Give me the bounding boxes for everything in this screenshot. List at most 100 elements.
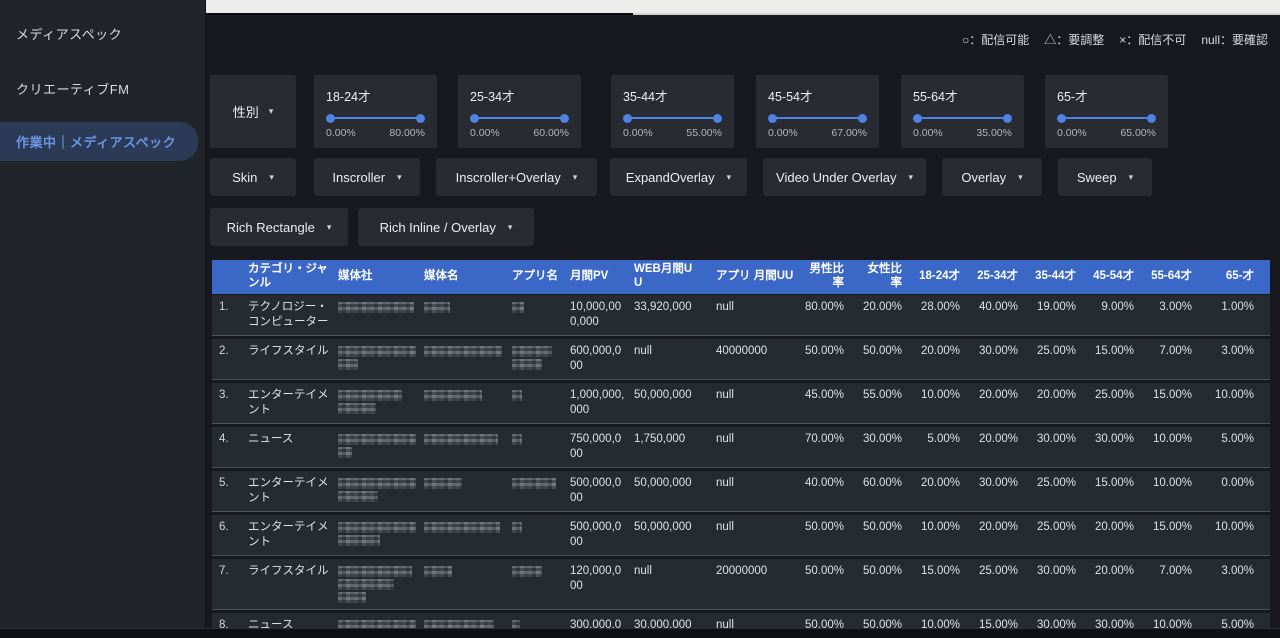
redacted-block bbox=[338, 592, 366, 603]
main-content: ○：配信可能 △：要調整 ×：配信不可 null：要確認 性別 ▾ 18-24才… bbox=[206, 0, 1280, 638]
sidebar-item-creative-fm[interactable]: クリエーティブFM bbox=[0, 67, 205, 110]
cell-age-18-24: 10.00% bbox=[918, 515, 976, 555]
chevron-down-icon: ▾ bbox=[908, 172, 913, 183]
header-web-monthly-uu[interactable]: WEB月間UU bbox=[634, 260, 716, 294]
slider-min-value: 0.00% bbox=[326, 127, 356, 139]
chevron-down-icon: ▾ bbox=[1018, 172, 1023, 183]
slider-handle-min[interactable] bbox=[1057, 114, 1066, 123]
header-male-ratio[interactable]: 男性比率 bbox=[802, 260, 860, 294]
table-row[interactable]: 2. ライフスタイル 600,000,000 null 40000000 50.… bbox=[212, 339, 1270, 380]
slider-handle-max[interactable] bbox=[416, 114, 425, 123]
slider-handle-min[interactable] bbox=[623, 114, 632, 123]
slider-handle-min[interactable] bbox=[470, 114, 479, 123]
slider-handle-min[interactable] bbox=[913, 114, 922, 123]
dropdown-label: Video Under Overlay bbox=[776, 170, 896, 185]
dropdown-label: Rich Inline / Overlay bbox=[380, 220, 496, 235]
table-row[interactable]: 4. ニュース 750,000,000 1,750,000 null 70.00… bbox=[212, 427, 1270, 468]
redacted-block bbox=[512, 359, 542, 370]
header-age-65-plus[interactable]: 65-才 bbox=[1208, 267, 1270, 287]
range-slider[interactable] bbox=[326, 113, 425, 124]
range-slider[interactable] bbox=[768, 113, 867, 124]
bottom-bar bbox=[0, 628, 1280, 638]
range-slider[interactable] bbox=[1057, 113, 1156, 124]
dropdown-label: Skin bbox=[232, 170, 257, 185]
cell-app-monthly-uu: null bbox=[716, 427, 802, 467]
dropdown-label: Sweep bbox=[1077, 170, 1117, 185]
slider-handle-max[interactable] bbox=[560, 114, 569, 123]
cell-female-ratio: 20.00% bbox=[860, 295, 918, 335]
cell-monthly-pv: 1,000,000,000 bbox=[570, 383, 634, 423]
row-index: 1. bbox=[212, 295, 248, 335]
age-slider-25-34: 25-34才 0.00%60.00% bbox=[458, 75, 581, 148]
table-row[interactable]: 5. エンターテイメント 500,000,000 50,000,000 null… bbox=[212, 471, 1270, 512]
redacted-block bbox=[424, 566, 452, 577]
dropdown-label: Inscroller bbox=[332, 170, 385, 185]
table-header-row: カテゴリ・ジャンル 媒体社 媒体名 アプリ名 月間PV WEB月間UU アプリ … bbox=[212, 260, 1270, 294]
cell-app-name-redacted bbox=[512, 471, 570, 511]
dropdown-inscroller[interactable]: Inscroller ▾ bbox=[314, 158, 420, 196]
cell-media-name-redacted bbox=[424, 515, 512, 555]
header-media-name[interactable]: 媒体名 bbox=[424, 267, 512, 287]
header-category[interactable]: カテゴリ・ジャンル bbox=[248, 260, 338, 294]
cell-male-ratio: 50.00% bbox=[802, 559, 860, 609]
slider-max-value: 60.00% bbox=[533, 127, 569, 139]
range-slider[interactable] bbox=[623, 113, 722, 124]
cell-publisher-redacted bbox=[338, 515, 424, 555]
header-age-45-54[interactable]: 45-54才 bbox=[1092, 267, 1150, 287]
gender-filter-dropdown[interactable]: 性別 ▾ bbox=[210, 75, 296, 148]
chevron-down-icon: ▾ bbox=[269, 106, 274, 117]
redacted-block bbox=[338, 346, 416, 357]
cell-web-monthly-uu: 1,750,000 bbox=[634, 427, 716, 467]
header-publisher[interactable]: 媒体社 bbox=[338, 267, 424, 287]
dropdown-sweep[interactable]: Sweep ▾ bbox=[1058, 158, 1152, 196]
header-age-35-44[interactable]: 35-44才 bbox=[1034, 267, 1092, 287]
slider-handle-max[interactable] bbox=[1003, 114, 1012, 123]
cell-male-ratio: 40.00% bbox=[802, 471, 860, 511]
redacted-block bbox=[512, 346, 552, 357]
range-slider[interactable] bbox=[913, 113, 1012, 124]
dropdown-rich-inline-overlay[interactable]: Rich Inline / Overlay▾ bbox=[358, 208, 534, 246]
dropdown-overlay[interactable]: Overlay▾ bbox=[942, 158, 1042, 196]
legend-deliverable: ○：配信可能 bbox=[962, 31, 1029, 48]
slider-handle-max[interactable] bbox=[858, 114, 867, 123]
dropdown-label: Rich Rectangle bbox=[227, 220, 315, 235]
dropdown-inscroller-overlay[interactable]: Inscroller+Overlay▾ bbox=[436, 158, 597, 196]
table-row[interactable]: 3. エンターテイメント 1,000,000,000 50,000,000 nu… bbox=[212, 383, 1270, 424]
cell-media-name-redacted bbox=[424, 383, 512, 423]
header-female-ratio[interactable]: 女性比率 bbox=[860, 260, 918, 294]
chevron-down-icon: ▾ bbox=[1129, 172, 1134, 183]
slider-handle-min[interactable] bbox=[326, 114, 335, 123]
slider-handle-min[interactable] bbox=[768, 114, 777, 123]
dropdown-video-under-overlay[interactable]: Video Under Overlay ▾ bbox=[763, 158, 926, 196]
dropdown-label: Inscroller+Overlay bbox=[456, 170, 561, 185]
table-row[interactable]: 7. ライフスタイル 120,000,000 null 20000000 50.… bbox=[212, 559, 1270, 610]
chevron-down-icon: ▾ bbox=[397, 172, 402, 183]
header-age-25-34[interactable]: 25-34才 bbox=[976, 267, 1034, 287]
table-row[interactable]: 1. テクノロジー・コンピューター 10,000,000,000 33,920,… bbox=[212, 295, 1270, 336]
header-app-name[interactable]: アプリ名 bbox=[512, 267, 570, 287]
dropdown-skin[interactable]: Skin▾ bbox=[210, 158, 296, 196]
header-age-55-64[interactable]: 55-64才 bbox=[1150, 267, 1208, 287]
dropdown-expandoverlay[interactable]: ExpandOverlay▾ bbox=[610, 158, 747, 196]
slider-handle-max[interactable] bbox=[713, 114, 722, 123]
redacted-block bbox=[512, 478, 556, 489]
header-age-18-24[interactable]: 18-24才 bbox=[918, 267, 976, 287]
sidebar-item-mediaspec[interactable]: メディアスペック bbox=[0, 12, 205, 55]
cell-age-18-24: 5.00% bbox=[918, 427, 976, 467]
cell-app-name-redacted bbox=[512, 559, 570, 609]
cell-category: エンターテイメント bbox=[248, 471, 338, 511]
header-app-monthly-uu[interactable]: アプリ 月間UU bbox=[716, 267, 802, 287]
table-row[interactable]: 6. エンターテイメント 500,000,000 50,000,000 null… bbox=[212, 515, 1270, 556]
redacted-block bbox=[338, 522, 416, 533]
range-slider[interactable] bbox=[470, 113, 569, 124]
slider-handle-max[interactable] bbox=[1147, 114, 1156, 123]
cell-app-name-redacted bbox=[512, 295, 570, 335]
cell-male-ratio: 80.00% bbox=[802, 295, 860, 335]
header-monthly-pv[interactable]: 月間PV bbox=[570, 267, 634, 287]
cell-age-35-44: 25.00% bbox=[1034, 471, 1092, 511]
sidebar-item-wip-mediaspec[interactable]: 作業中｜メディアスペック bbox=[0, 122, 198, 161]
age-slider-35-44: 35-44才 0.00%55.00% bbox=[611, 75, 734, 148]
cell-age-35-44: 30.00% bbox=[1034, 427, 1092, 467]
slider-label: 25-34才 bbox=[458, 75, 581, 105]
dropdown-rich-rectangle[interactable]: Rich Rectangle▾ bbox=[210, 208, 348, 246]
